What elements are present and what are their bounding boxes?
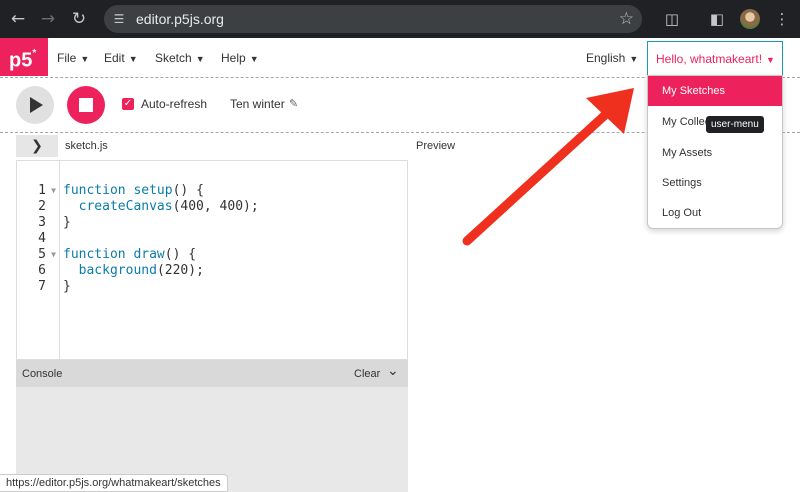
status-url-bubble: https://editor.p5js.org/whatmakeart/sket… — [0, 474, 228, 492]
arrow-shaft — [462, 111, 609, 246]
annotation-arrow — [462, 88, 634, 246]
